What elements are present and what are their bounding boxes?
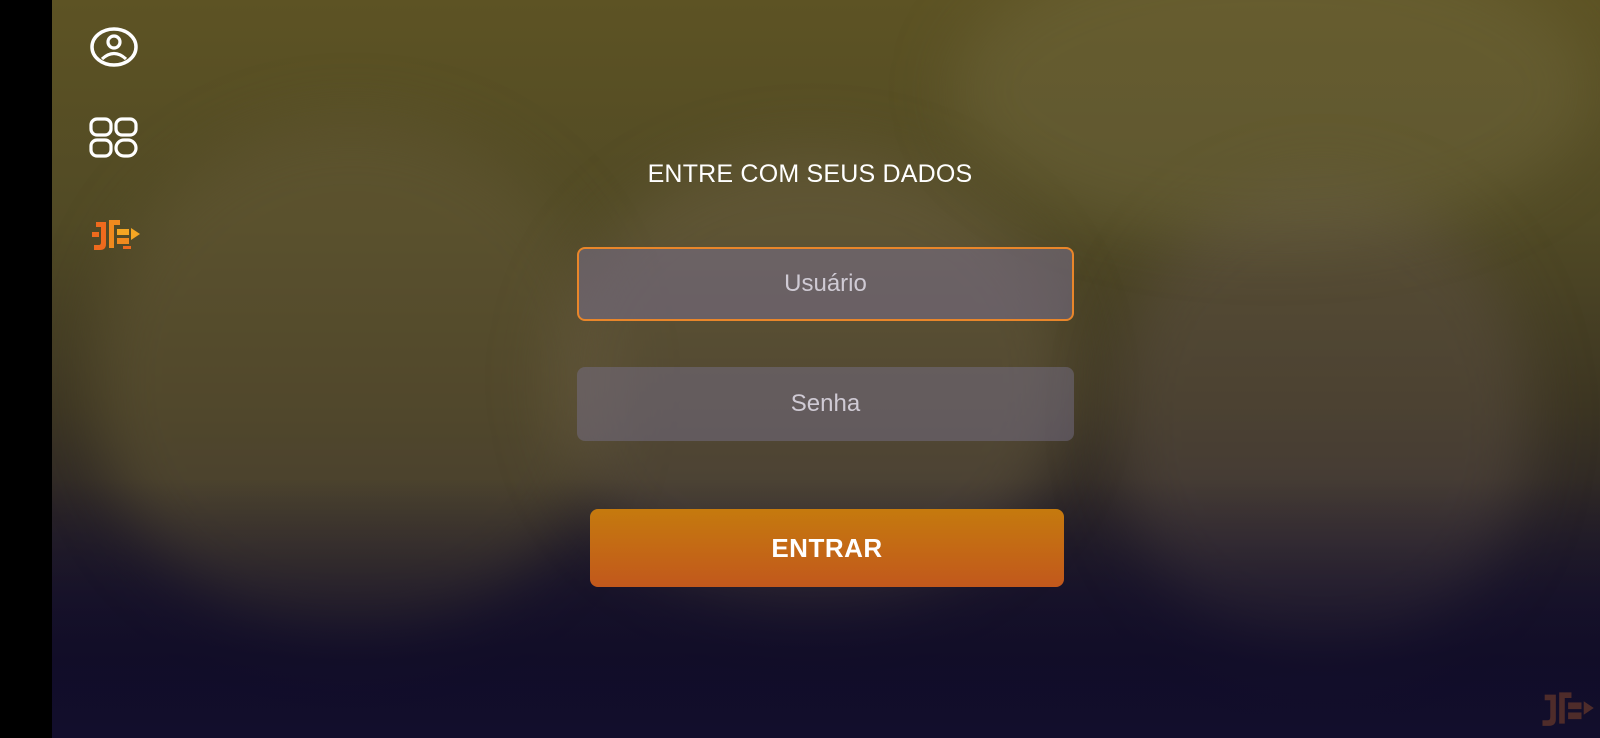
login-title: ENTRE COM SEUS DADOS bbox=[647, 160, 973, 188]
username-field[interactable] bbox=[577, 247, 1074, 321]
watermark-logo-icon bbox=[1542, 692, 1594, 726]
apps-grid-icon bbox=[89, 117, 138, 158]
brand-logo-icon bbox=[92, 220, 140, 250]
profile-button[interactable] bbox=[88, 24, 140, 70]
screen-edge bbox=[0, 0, 52, 738]
apps-button[interactable] bbox=[88, 115, 140, 161]
login-submit-button[interactable]: ENTRAR bbox=[590, 509, 1064, 587]
user-circle-icon bbox=[90, 27, 138, 67]
brand-button[interactable] bbox=[88, 210, 144, 258]
login-screen: ENTRE COM SEUS DADOS ENTRAR bbox=[0, 0, 1600, 738]
password-field[interactable] bbox=[577, 367, 1074, 441]
